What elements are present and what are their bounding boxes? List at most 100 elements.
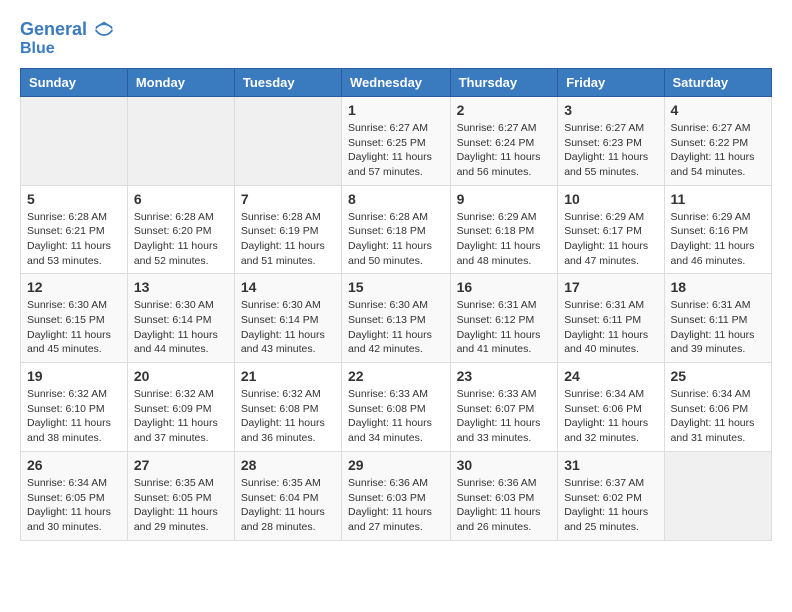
page-header: General Blue <box>20 20 772 58</box>
cell-content: Sunrise: 6:32 AM Sunset: 6:08 PM Dayligh… <box>241 387 335 446</box>
weekday-header-sunday: Sunday <box>21 68 128 96</box>
cell-content: Sunrise: 6:28 AM Sunset: 6:18 PM Dayligh… <box>348 210 444 269</box>
cell-content: Sunrise: 6:31 AM Sunset: 6:11 PM Dayligh… <box>671 298 765 357</box>
day-number: 24 <box>564 368 657 384</box>
cell-content: Sunrise: 6:31 AM Sunset: 6:11 PM Dayligh… <box>564 298 657 357</box>
calendar-cell: 4 Sunrise: 6:27 AM Sunset: 6:22 PM Daylig… <box>664 96 771 185</box>
week-row-1: 1 Sunrise: 6:27 AM Sunset: 6:25 PM Daylig… <box>21 96 772 185</box>
cell-content: Sunrise: 6:27 AM Sunset: 6:24 PM Dayligh… <box>457 121 552 180</box>
calendar-cell: 1 Sunrise: 6:27 AM Sunset: 6:25 PM Daylig… <box>342 96 451 185</box>
calendar-cell: 9 Sunrise: 6:29 AM Sunset: 6:18 PM Daylig… <box>450 185 558 274</box>
cell-content: Sunrise: 6:35 AM Sunset: 6:05 PM Dayligh… <box>134 476 228 535</box>
cell-content: Sunrise: 6:30 AM Sunset: 6:15 PM Dayligh… <box>27 298 121 357</box>
day-number: 19 <box>27 368 121 384</box>
cell-content: Sunrise: 6:27 AM Sunset: 6:25 PM Dayligh… <box>348 121 444 180</box>
calendar-cell: 14 Sunrise: 6:30 AM Sunset: 6:14 PM Dayli… <box>234 274 341 363</box>
calendar-cell: 2 Sunrise: 6:27 AM Sunset: 6:24 PM Daylig… <box>450 96 558 185</box>
calendar-cell: 16Sunrise: 6:31 AM Sunset: 6:12 PM Dayli… <box>450 274 558 363</box>
cell-content: Sunrise: 6:32 AM Sunset: 6:09 PM Dayligh… <box>134 387 228 446</box>
weekday-header-wednesday: Wednesday <box>342 68 451 96</box>
calendar-cell: 23 Sunrise: 6:33 AM Sunset: 6:07 PM Dayli… <box>450 363 558 452</box>
week-row-4: 19 Sunrise: 6:32 AM Sunset: 6:10 PM Dayli… <box>21 363 772 452</box>
calendar-cell: 19 Sunrise: 6:32 AM Sunset: 6:10 PM Dayli… <box>21 363 128 452</box>
day-number: 25 <box>671 368 765 384</box>
cell-content: Sunrise: 6:34 AM Sunset: 6:05 PM Dayligh… <box>27 476 121 535</box>
calendar-cell: 6 Sunrise: 6:28 AM Sunset: 6:20 PM Daylig… <box>127 185 234 274</box>
cell-content: Sunrise: 6:37 AM Sunset: 6:02 PM Dayligh… <box>564 476 657 535</box>
day-number: 30 <box>457 457 552 473</box>
week-row-5: 26Sunrise: 6:34 AM Sunset: 6:05 PM Dayli… <box>21 451 772 540</box>
cell-content: Sunrise: 6:27 AM Sunset: 6:23 PM Dayligh… <box>564 121 657 180</box>
cell-content: Sunrise: 6:29 AM Sunset: 6:17 PM Dayligh… <box>564 210 657 269</box>
day-number: 7 <box>241 191 335 207</box>
day-number: 5 <box>27 191 121 207</box>
calendar-cell: 5 Sunrise: 6:28 AM Sunset: 6:21 PM Daylig… <box>21 185 128 274</box>
cell-content: Sunrise: 6:36 AM Sunset: 6:03 PM Dayligh… <box>457 476 552 535</box>
calendar-cell: 31Sunrise: 6:37 AM Sunset: 6:02 PM Dayli… <box>558 451 664 540</box>
day-number: 11 <box>671 191 765 207</box>
calendar-cell: 12 Sunrise: 6:30 AM Sunset: 6:15 PM Dayli… <box>21 274 128 363</box>
calendar-cell: 25 Sunrise: 6:34 AM Sunset: 6:06 PM Dayli… <box>664 363 771 452</box>
day-number: 1 <box>348 102 444 118</box>
calendar-cell: 10 Sunrise: 6:29 AM Sunset: 6:17 PM Dayli… <box>558 185 664 274</box>
calendar-cell <box>234 96 341 185</box>
cell-content: Sunrise: 6:28 AM Sunset: 6:19 PM Dayligh… <box>241 210 335 269</box>
calendar-cell: 18Sunrise: 6:31 AM Sunset: 6:11 PM Dayli… <box>664 274 771 363</box>
calendar-cell: 27 Sunrise: 6:35 AM Sunset: 6:05 PM Dayli… <box>127 451 234 540</box>
logo-blue-text: Blue <box>20 40 114 58</box>
cell-content: Sunrise: 6:29 AM Sunset: 6:18 PM Dayligh… <box>457 210 552 269</box>
cell-content: Sunrise: 6:31 AM Sunset: 6:12 PM Dayligh… <box>457 298 552 357</box>
cell-content: Sunrise: 6:28 AM Sunset: 6:20 PM Dayligh… <box>134 210 228 269</box>
calendar-cell: 11Sunrise: 6:29 AM Sunset: 6:16 PM Dayli… <box>664 185 771 274</box>
calendar-cell: 29Sunrise: 6:36 AM Sunset: 6:03 PM Dayli… <box>342 451 451 540</box>
day-number: 20 <box>134 368 228 384</box>
day-number: 23 <box>457 368 552 384</box>
cell-content: Sunrise: 6:34 AM Sunset: 6:06 PM Dayligh… <box>671 387 765 446</box>
weekday-header-tuesday: Tuesday <box>234 68 341 96</box>
weekday-header-thursday: Thursday <box>450 68 558 96</box>
weekday-header-monday: Monday <box>127 68 234 96</box>
day-number: 8 <box>348 191 444 207</box>
calendar-cell: 15 Sunrise: 6:30 AM Sunset: 6:13 PM Dayli… <box>342 274 451 363</box>
cell-content: Sunrise: 6:33 AM Sunset: 6:08 PM Dayligh… <box>348 387 444 446</box>
calendar-cell <box>127 96 234 185</box>
weekday-header-friday: Friday <box>558 68 664 96</box>
calendar-cell: 7 Sunrise: 6:28 AM Sunset: 6:19 PM Daylig… <box>234 185 341 274</box>
calendar-cell: 26Sunrise: 6:34 AM Sunset: 6:05 PM Dayli… <box>21 451 128 540</box>
day-number: 4 <box>671 102 765 118</box>
calendar-cell: 30 Sunrise: 6:36 AM Sunset: 6:03 PM Dayli… <box>450 451 558 540</box>
cell-content: Sunrise: 6:33 AM Sunset: 6:07 PM Dayligh… <box>457 387 552 446</box>
day-number: 2 <box>457 102 552 118</box>
calendar-table: SundayMondayTuesdayWednesdayThursdayFrid… <box>20 68 772 541</box>
logo: General Blue <box>20 20 114 58</box>
cell-content: Sunrise: 6:30 AM Sunset: 6:13 PM Dayligh… <box>348 298 444 357</box>
cell-content: Sunrise: 6:28 AM Sunset: 6:21 PM Dayligh… <box>27 210 121 269</box>
day-number: 10 <box>564 191 657 207</box>
calendar-cell: 21 Sunrise: 6:32 AM Sunset: 6:08 PM Dayli… <box>234 363 341 452</box>
logo-text: General <box>20 20 114 40</box>
week-row-3: 12 Sunrise: 6:30 AM Sunset: 6:15 PM Dayli… <box>21 274 772 363</box>
calendar-cell <box>21 96 128 185</box>
cell-content: Sunrise: 6:30 AM Sunset: 6:14 PM Dayligh… <box>241 298 335 357</box>
calendar-cell: 3 Sunrise: 6:27 AM Sunset: 6:23 PM Daylig… <box>558 96 664 185</box>
calendar-cell: 13Sunrise: 6:30 AM Sunset: 6:14 PM Dayli… <box>127 274 234 363</box>
day-number: 28 <box>241 457 335 473</box>
cell-content: Sunrise: 6:27 AM Sunset: 6:22 PM Dayligh… <box>671 121 765 180</box>
calendar-cell: 20 Sunrise: 6:32 AM Sunset: 6:09 PM Dayli… <box>127 363 234 452</box>
day-number: 15 <box>348 279 444 295</box>
day-number: 27 <box>134 457 228 473</box>
cell-content: Sunrise: 6:30 AM Sunset: 6:14 PM Dayligh… <box>134 298 228 357</box>
day-number: 21 <box>241 368 335 384</box>
day-number: 6 <box>134 191 228 207</box>
calendar-cell <box>664 451 771 540</box>
week-row-2: 5 Sunrise: 6:28 AM Sunset: 6:21 PM Daylig… <box>21 185 772 274</box>
weekday-header-saturday: Saturday <box>664 68 771 96</box>
day-number: 17 <box>564 279 657 295</box>
day-number: 12 <box>27 279 121 295</box>
cell-content: Sunrise: 6:32 AM Sunset: 6:10 PM Dayligh… <box>27 387 121 446</box>
day-number: 14 <box>241 279 335 295</box>
weekday-header-row: SundayMondayTuesdayWednesdayThursdayFrid… <box>21 68 772 96</box>
cell-content: Sunrise: 6:36 AM Sunset: 6:03 PM Dayligh… <box>348 476 444 535</box>
day-number: 9 <box>457 191 552 207</box>
day-number: 3 <box>564 102 657 118</box>
